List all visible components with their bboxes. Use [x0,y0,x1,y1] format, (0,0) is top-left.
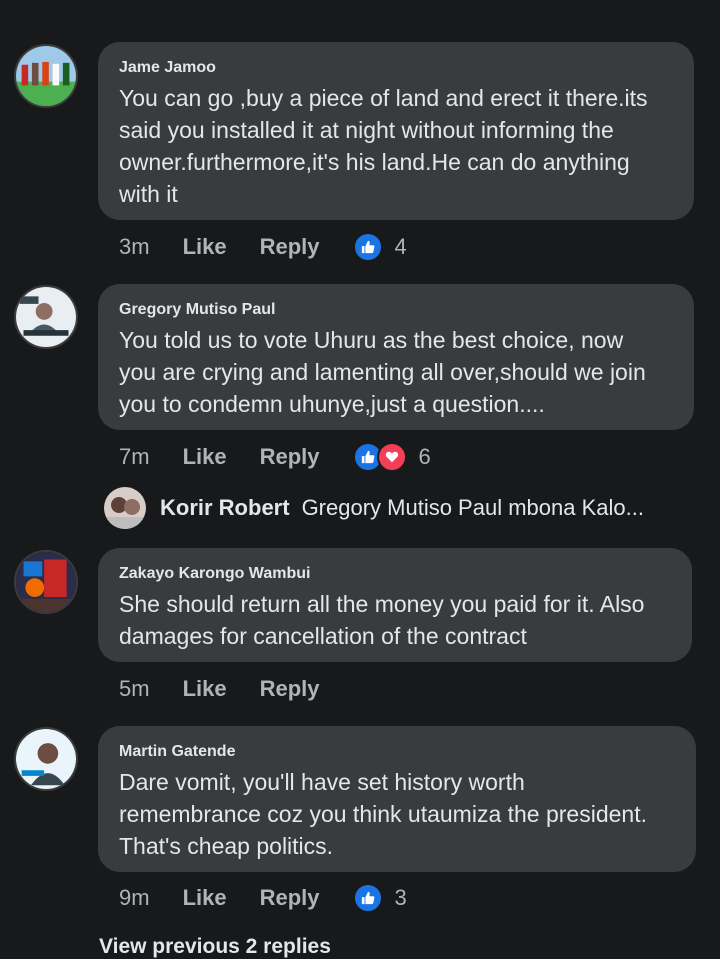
comment-time[interactable]: 9m [119,885,150,911]
like-button[interactable]: Like [183,234,227,260]
avatar[interactable] [14,727,78,791]
comment-author[interactable]: Jame Jamoo [119,58,674,78]
reply-button[interactable]: Reply [260,444,320,470]
avatar[interactable] [14,285,78,349]
reactions[interactable] [352,232,383,262]
comment-author[interactable]: Martin Gatende [119,742,676,762]
comment-text: She should return all the money you paid… [119,591,645,649]
reactions[interactable] [352,442,407,472]
reaction-count[interactable]: 3 [395,885,407,911]
comment-actions: 9m Like Reply 3 [119,883,407,913]
like-button[interactable]: Like [183,444,227,470]
comment-bubble: Zakayo Karongo Wambui She should return … [98,548,692,662]
reply-text: Gregory Mutiso Paul mbona Kalo... [301,495,644,520]
avatar[interactable] [14,550,78,614]
comment-actions: 7m Like Reply 6 [119,442,431,472]
reply-button[interactable]: Reply [260,676,320,702]
like-icon [352,232,383,262]
comment-time[interactable]: 7m [119,444,150,470]
reply-author[interactable]: Korir Robert [160,495,290,521]
reaction-count[interactable]: 4 [395,234,407,260]
comment-bubble: Gregory Mutiso Paul You told us to vote … [98,284,694,430]
reply-button[interactable]: Reply [260,234,320,260]
comment-time[interactable]: 3m [119,234,150,260]
avatar[interactable] [104,487,146,529]
comment-bubble: Martin Gatende Dare vomit, you'll have s… [98,726,696,872]
reactions[interactable] [352,883,383,913]
comment-author[interactable]: Gregory Mutiso Paul [119,300,674,320]
comment-text: You told us to vote Uhuru as the best ch… [119,327,646,417]
reply-button[interactable]: Reply [260,885,320,911]
comment-actions: 5m Like Reply [119,674,353,704]
comment-text: Dare vomit, you'll have set history wort… [119,769,647,859]
like-button[interactable]: Like [183,885,227,911]
view-previous-replies-link[interactable]: View previous 2 replies [99,935,331,959]
comment-actions: 3m Like Reply 4 [119,232,407,262]
reply-preview[interactable]: Korir Robert Gregory Mutiso Paul mbona K… [104,486,644,530]
comment-author[interactable]: Zakayo Karongo Wambui [119,564,672,584]
reaction-count[interactable]: 6 [419,444,431,470]
comment-bubble: Jame Jamoo You can go ,buy a piece of la… [98,42,694,220]
love-icon [376,442,407,472]
avatar[interactable] [14,44,78,108]
like-button[interactable]: Like [183,676,227,702]
comment-text: You can go ,buy a piece of land and erec… [119,85,648,207]
like-icon [352,883,383,913]
comment-time[interactable]: 5m [119,676,150,702]
